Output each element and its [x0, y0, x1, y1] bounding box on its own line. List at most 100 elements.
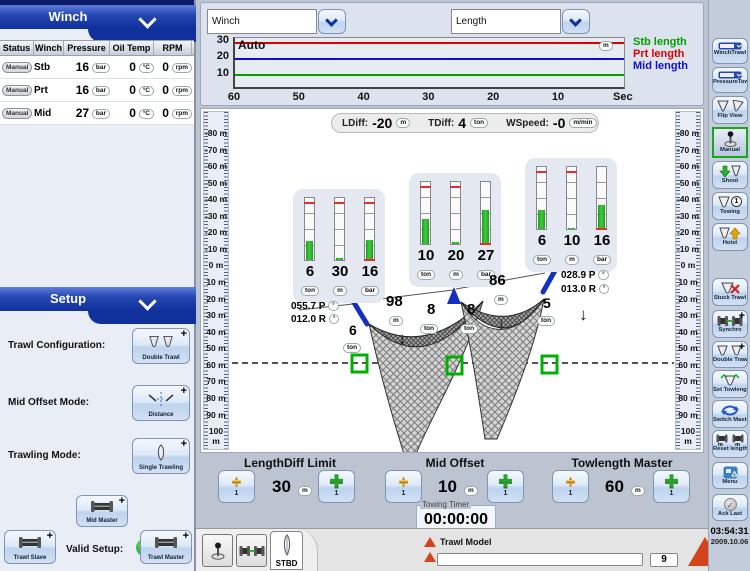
lengthdiff-increase-button[interactable]: ✚1 — [318, 470, 355, 503]
ruler-label: -50 m — [204, 178, 228, 188]
sidebar-flip-view-button[interactable]: Flip View — [712, 96, 748, 124]
sidebar-ack-last-button[interactable]: ✓ Ack Last — [712, 494, 748, 521]
distance-icon — [133, 390, 189, 408]
trawl-configuration-button[interactable]: + Double Trawl — [132, 328, 190, 364]
length-select[interactable]: Length — [451, 9, 561, 34]
stuck-trawl-icon — [719, 282, 741, 295]
sidebar-set-towlength-button[interactable]: Set Towlength — [712, 370, 748, 398]
stb-pressure-gauge — [596, 166, 607, 230]
trawl-slave-button[interactable]: + Trawl Slave — [4, 530, 56, 564]
winch-panel-header[interactable]: Winch — [0, 5, 196, 29]
stb-gauge-cluster: 6 10 16 ton m bar — [525, 158, 617, 272]
status-badge[interactable]: Manual — [2, 85, 32, 96]
ruler-label: -70 m — [204, 145, 228, 155]
switch-master-icon — [720, 404, 740, 417]
mid-offset-mode-value: Distance — [133, 412, 189, 418]
rpm-value: 0 — [162, 60, 169, 74]
ldiff-value: -20 — [372, 115, 392, 131]
deg-unit: ° — [329, 314, 340, 324]
ruler-label: -40 m — [676, 194, 700, 204]
setup-panel-header[interactable]: Setup — [0, 287, 196, 311]
wing-left-tension: 8 — [427, 301, 435, 318]
towlength-increase-button[interactable]: ✚1 — [653, 470, 690, 503]
sidebar-switch-master-button[interactable]: Switch Master — [712, 400, 748, 428]
m-unit: m — [565, 255, 579, 265]
sidebar-shoot-button[interactable]: Shoot — [712, 161, 748, 189]
trawl-master-button[interactable]: + Trawl Master — [140, 530, 192, 564]
pressure-value: 27 — [76, 106, 89, 120]
bar-unit: bar — [593, 255, 611, 265]
ack-check-icon: ✓ — [724, 498, 737, 511]
sidebar-stuck-trawl-button[interactable]: Stuck Trawl — [712, 278, 748, 306]
sidebar-manual-button[interactable]: Manual — [712, 127, 748, 158]
winch-synchro-button[interactable] — [236, 534, 267, 567]
sidebar-synchro-button[interactable]: + Synchro — [712, 310, 748, 338]
sidebar-pressuretowle-button[interactable]: PressureTowle — [712, 67, 748, 93]
winch-table: Status Winch Pressure Oil Temp RPM Manua… — [0, 40, 194, 125]
winch-select-dropdown-button[interactable] — [318, 9, 346, 34]
ruler-label: -40 m — [204, 194, 228, 204]
single-trawling-icon — [133, 443, 189, 461]
lengthdiff-decrease-button[interactable]: ÷1 — [218, 470, 255, 503]
alarm-count: 9 — [650, 553, 678, 567]
menu-icon — [723, 466, 738, 479]
ruler-label: -20 m — [204, 227, 228, 237]
mid-offset-mode-button[interactable]: + Distance — [132, 385, 190, 421]
stb-length-value: 10 — [557, 232, 587, 249]
pressure-unit: bar — [92, 63, 110, 73]
ton-unit: ton — [417, 270, 435, 280]
ruler-label: 30 m — [676, 310, 700, 320]
ruler-label: 80 m — [676, 393, 700, 403]
clock-date: 2009.10.06 — [709, 537, 750, 546]
stbd-tab[interactable]: STBD — [270, 531, 303, 570]
x-tick-label: 10 — [552, 91, 564, 103]
mid-offset-increase-button[interactable]: ✚1 — [487, 470, 524, 503]
sidebar-winchtrawl-button[interactable]: WinchTrawl — [712, 38, 748, 64]
trend-plot — [233, 37, 625, 89]
joystick-icon — [723, 131, 738, 147]
mid-offset-title: Mid Offset — [426, 456, 485, 470]
trawling-mode-button[interactable]: + Single Trawling — [132, 438, 190, 474]
length-select-dropdown-button[interactable] — [562, 9, 590, 34]
ruler-label: -10 m — [204, 244, 228, 254]
temp-unit: °C — [139, 86, 154, 96]
rpm-value: 0 — [162, 106, 169, 120]
joystick-mode-button[interactable] — [202, 534, 233, 567]
stbd-label: STBD — [271, 559, 302, 568]
prt-pressure-gauge — [364, 197, 375, 261]
wing-right-tension: 8 — [467, 301, 475, 318]
sidebar-towing-button[interactable]: 1 Towing — [712, 192, 748, 220]
chevron-down-icon[interactable] — [138, 292, 156, 310]
sidebar-hoist-button[interactable]: Hoist — [712, 223, 748, 251]
sidebar-menu-button[interactable]: Menu — [712, 462, 748, 489]
sink-arrow-icon: ↓ — [398, 329, 407, 349]
chevron-down-icon[interactable] — [138, 10, 156, 28]
ruler-label: 90 m — [676, 410, 700, 420]
prt-length-line — [235, 42, 624, 44]
temp-unit: °C — [139, 109, 154, 119]
x-tick-label: 50 — [293, 91, 305, 103]
status-badge[interactable]: Manual — [2, 62, 32, 73]
reset-length-m: m — [718, 442, 723, 448]
mid-pressure-gauge — [480, 181, 491, 245]
lengthdiff-limit-title: LengthDiff Limit — [244, 456, 336, 470]
sidebar-reset-length-button[interactable]: m m Reset length — [712, 430, 748, 458]
ruler-label: -60 m — [204, 161, 228, 171]
status-badge[interactable]: Manual — [2, 108, 32, 119]
ton-unit: ton — [537, 316, 555, 326]
port-door-roll: 012.0 R ° — [291, 314, 339, 325]
mid-offset-decrease-button[interactable]: ÷1 — [385, 470, 422, 503]
trend-unit-badge: m — [599, 41, 613, 51]
wspeed-unit: m/min — [569, 118, 596, 128]
winch-select[interactable]: Winch — [207, 9, 317, 34]
stb-tension-gauge — [536, 166, 547, 230]
towlength-value: 60 — [605, 477, 624, 497]
trawling-mode-value: Single Trawling — [133, 465, 189, 471]
towlength-decrease-button[interactable]: ÷1 — [552, 470, 589, 503]
mid-master-button[interactable]: + Mid Master — [76, 495, 128, 527]
ruler-label: 10 m — [676, 277, 700, 287]
chevron-down-icon — [325, 14, 338, 27]
stb-pressure-value: 16 — [587, 232, 617, 249]
prt-pressure-value: 16 — [355, 263, 385, 280]
sidebar-double-trawl-button[interactable]: + Double Trawl — [712, 341, 748, 368]
